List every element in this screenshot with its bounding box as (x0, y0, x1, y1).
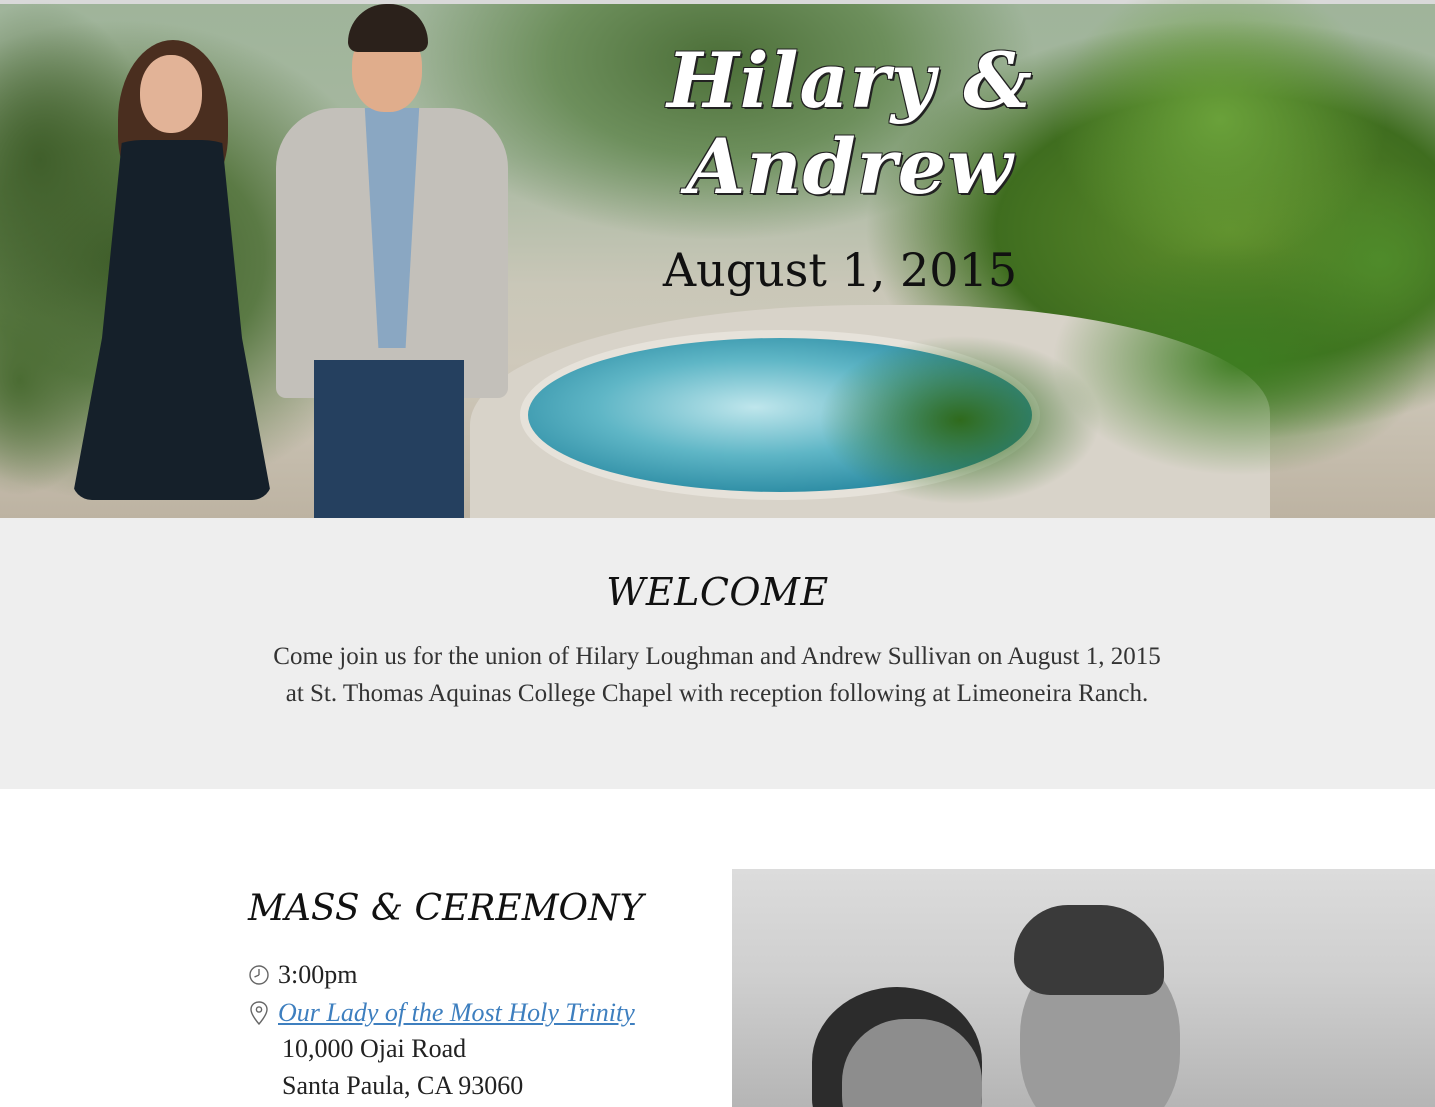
address-line-2: Santa Paula, CA 93060 (282, 1071, 524, 1100)
ceremony-title: MASS & CEREMONY (248, 888, 644, 929)
couple-photo-bw (732, 869, 1435, 1107)
groom-jeans (314, 360, 464, 518)
hero-banner: Hilary & Andrew August 1, 2015 (0, 0, 1435, 518)
welcome-text: Come join us for the union of Hilary Lou… (273, 643, 1161, 707)
couple-names-line2: Andrew (686, 122, 1014, 211)
map-pin-icon (248, 1001, 270, 1026)
ceremony-time: 3:00pm (278, 960, 358, 989)
couple-names-line1: Hilary & (666, 36, 1034, 125)
couple-names: Hilary & Andrew (640, 38, 1060, 210)
venue-link[interactable]: Our Lady of the Most Holy Trinity (278, 998, 635, 1028)
wedding-date: August 1, 2015 (662, 243, 1018, 297)
groom-hair (348, 4, 428, 52)
bw-groom-hair (1014, 905, 1164, 995)
welcome-title: WELCOME (606, 570, 829, 614)
clock-icon (248, 964, 270, 986)
bride-face (140, 55, 202, 133)
ceremony-time-row: 3:00pm (248, 958, 357, 992)
address-line-1: 10,000 Ojai Road (282, 1034, 467, 1063)
ceremony-venue-row: Our Lady of the Most Holy Trinity (248, 996, 635, 1030)
welcome-section: WELCOME Come join us for the union of Hi… (0, 518, 1435, 789)
